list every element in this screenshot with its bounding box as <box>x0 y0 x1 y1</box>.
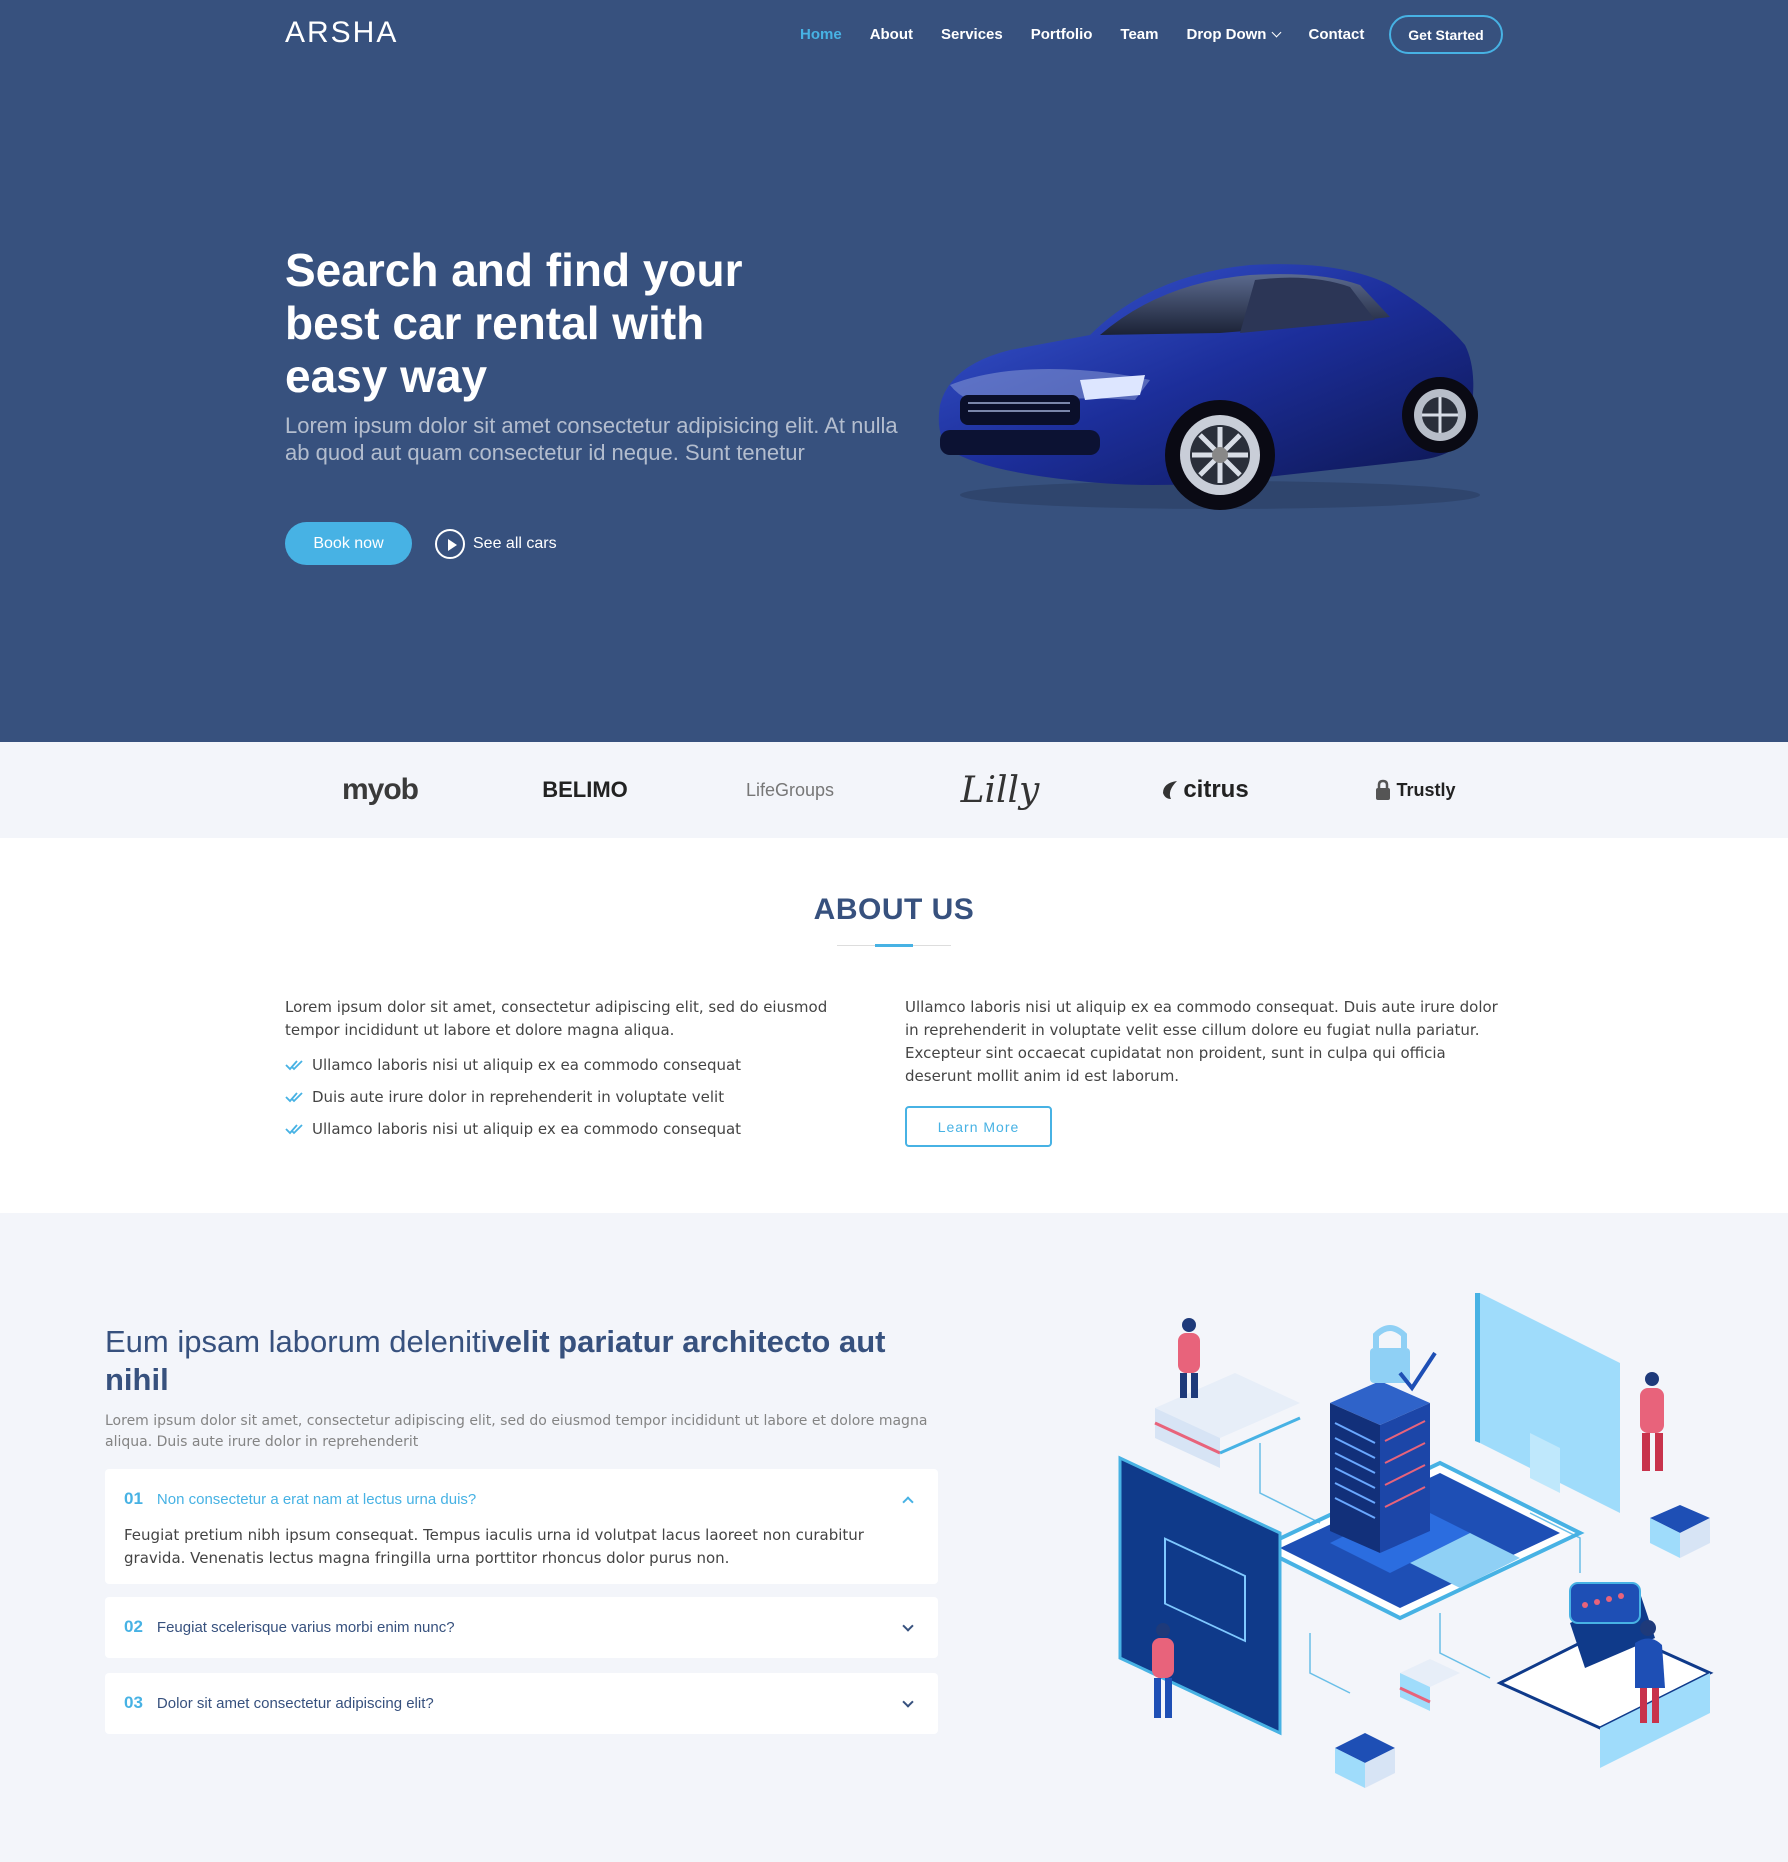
faq-item-2: 02 Feugiat scelerisque varius morbi enim… <box>105 1597 938 1658</box>
faq-question-toggle[interactable]: 01 Non consectetur a erat nam at lectus … <box>124 1489 476 1509</box>
chevron-down-icon[interactable] <box>902 1696 914 1708</box>
list-item-text: Ullamco laboris nisi ut aliquip ex ea co… <box>312 1120 742 1138</box>
faq-number: 02 <box>124 1617 143 1636</box>
faq-number: 03 <box>124 1693 143 1712</box>
nav-home[interactable]: Home <box>800 26 842 43</box>
faq-question: Dolor sit amet consectetur adipiscing el… <box>156 1694 434 1712</box>
main-nav: Home About Services Portfolio Team Drop … <box>800 0 1392 68</box>
isometric-city-illustration <box>1118 1293 1714 1788</box>
title-divider-accent <box>875 944 913 947</box>
faq-question: Non consectetur a erat nam at lectus urn… <box>156 1490 477 1508</box>
nav-team[interactable]: Team <box>1120 26 1158 43</box>
why-us-subtitle: Lorem ipsum dolor sit amet, consectetur … <box>105 1413 928 1450</box>
nav-dropdown-label: Drop Down <box>1186 25 1267 43</box>
faq-item-1: 01 Non consectetur a erat nam at lectus … <box>105 1469 938 1584</box>
faq-number: 01 <box>124 1489 143 1508</box>
book-now-button[interactable]: Book now <box>285 522 412 565</box>
nav-dropdown[interactable]: Drop Down <box>1186 25 1282 43</box>
double-check-icon <box>285 1060 303 1071</box>
nav-services[interactable]: Services <box>941 26 1003 43</box>
client-logo-lifegroups: LifeGroups <box>745 779 835 800</box>
client-logo-trustly: Trustly <box>1360 766 1470 814</box>
car-image <box>938 264 1480 510</box>
about-detail-text: Ullamco laboris nisi ut aliquip ex ea co… <box>905 998 1498 1085</box>
see-all-cars-label: See all cars <box>473 535 557 552</box>
chevron-down-icon <box>1272 27 1282 37</box>
about-intro-text: Lorem ipsum dolor sit amet, consectetur … <box>285 998 828 1039</box>
hero-subtitle: Lorem ipsum dolor sit amet consectetur a… <box>285 413 898 465</box>
nav-portfolio[interactable]: Portfolio <box>1031 26 1093 43</box>
why-us-title: Eum ipsam laborum delenitivelit pariatur… <box>105 1323 945 1399</box>
why-us-section: Eum ipsam laborum delenitivelit pariatur… <box>0 1213 1788 1862</box>
list-item: Ullamco laboris nisi ut aliquip ex ea co… <box>285 1054 855 1086</box>
nav-about[interactable]: About <box>870 26 913 43</box>
double-check-icon <box>285 1092 303 1103</box>
faq-question: Feugiat scelerisque varius morbi enim nu… <box>156 1618 455 1636</box>
list-item: Ullamco laboris nisi ut aliquip ex ea co… <box>285 1118 855 1150</box>
list-item: Duis aute irure dolor in reprehenderit i… <box>285 1086 855 1118</box>
faq-item-3: 03 Dolor sit amet consectetur adipiscing… <box>105 1673 938 1734</box>
why-us-title-light: Eum ipsam laborum deleniti <box>105 1324 488 1359</box>
chevron-down-icon[interactable] <box>902 1620 914 1632</box>
client-logo-citrus: citrus <box>1155 766 1255 814</box>
faq-question-toggle[interactable]: 03 Dolor sit amet consectetur adipiscing… <box>124 1693 434 1713</box>
lock-icon <box>1376 779 1391 800</box>
client-logo-myob: myob <box>341 773 419 806</box>
hero-title: Search and find your best car rental wit… <box>285 244 743 402</box>
hero-section: ARSHA Home About Services Portfolio Team… <box>0 0 1788 742</box>
clients-strip: myob BELIMO LifeGroups Lilly citrus Trus… <box>0 742 1788 838</box>
list-item-text: Ullamco laboris nisi ut aliquip ex ea co… <box>312 1056 742 1074</box>
citrus-leaf-icon <box>1163 781 1178 799</box>
get-started-button[interactable]: Get Started <box>1389 15 1503 54</box>
learn-more-button[interactable]: Learn More <box>905 1106 1052 1147</box>
client-logo-trustly-label: Trustly <box>1396 779 1456 800</box>
faq-answer: Feugiat pretium nibh ipsum consequat. Te… <box>124 1526 864 1567</box>
faq-question-toggle[interactable]: 02 Feugiat scelerisque varius morbi enim… <box>124 1617 455 1637</box>
list-item-text: Duis aute irure dolor in reprehenderit i… <box>312 1088 725 1106</box>
site-logo[interactable]: ARSHA <box>285 16 398 50</box>
double-check-icon <box>285 1124 303 1135</box>
about-checklist: Ullamco laboris nisi ut aliquip ex ea co… <box>285 1054 855 1150</box>
chevron-up-icon[interactable] <box>902 1496 914 1508</box>
client-logo-belimo: BELIMO <box>542 777 628 802</box>
client-logo-citrus-label: citrus <box>1183 776 1249 803</box>
client-logo-lilly: Lilly <box>960 769 1040 811</box>
about-section-title: ABOUT US <box>813 893 975 926</box>
see-all-cars-link[interactable]: See all cars <box>435 528 557 560</box>
play-icon <box>435 529 465 559</box>
nav-contact[interactable]: Contact <box>1308 26 1364 43</box>
